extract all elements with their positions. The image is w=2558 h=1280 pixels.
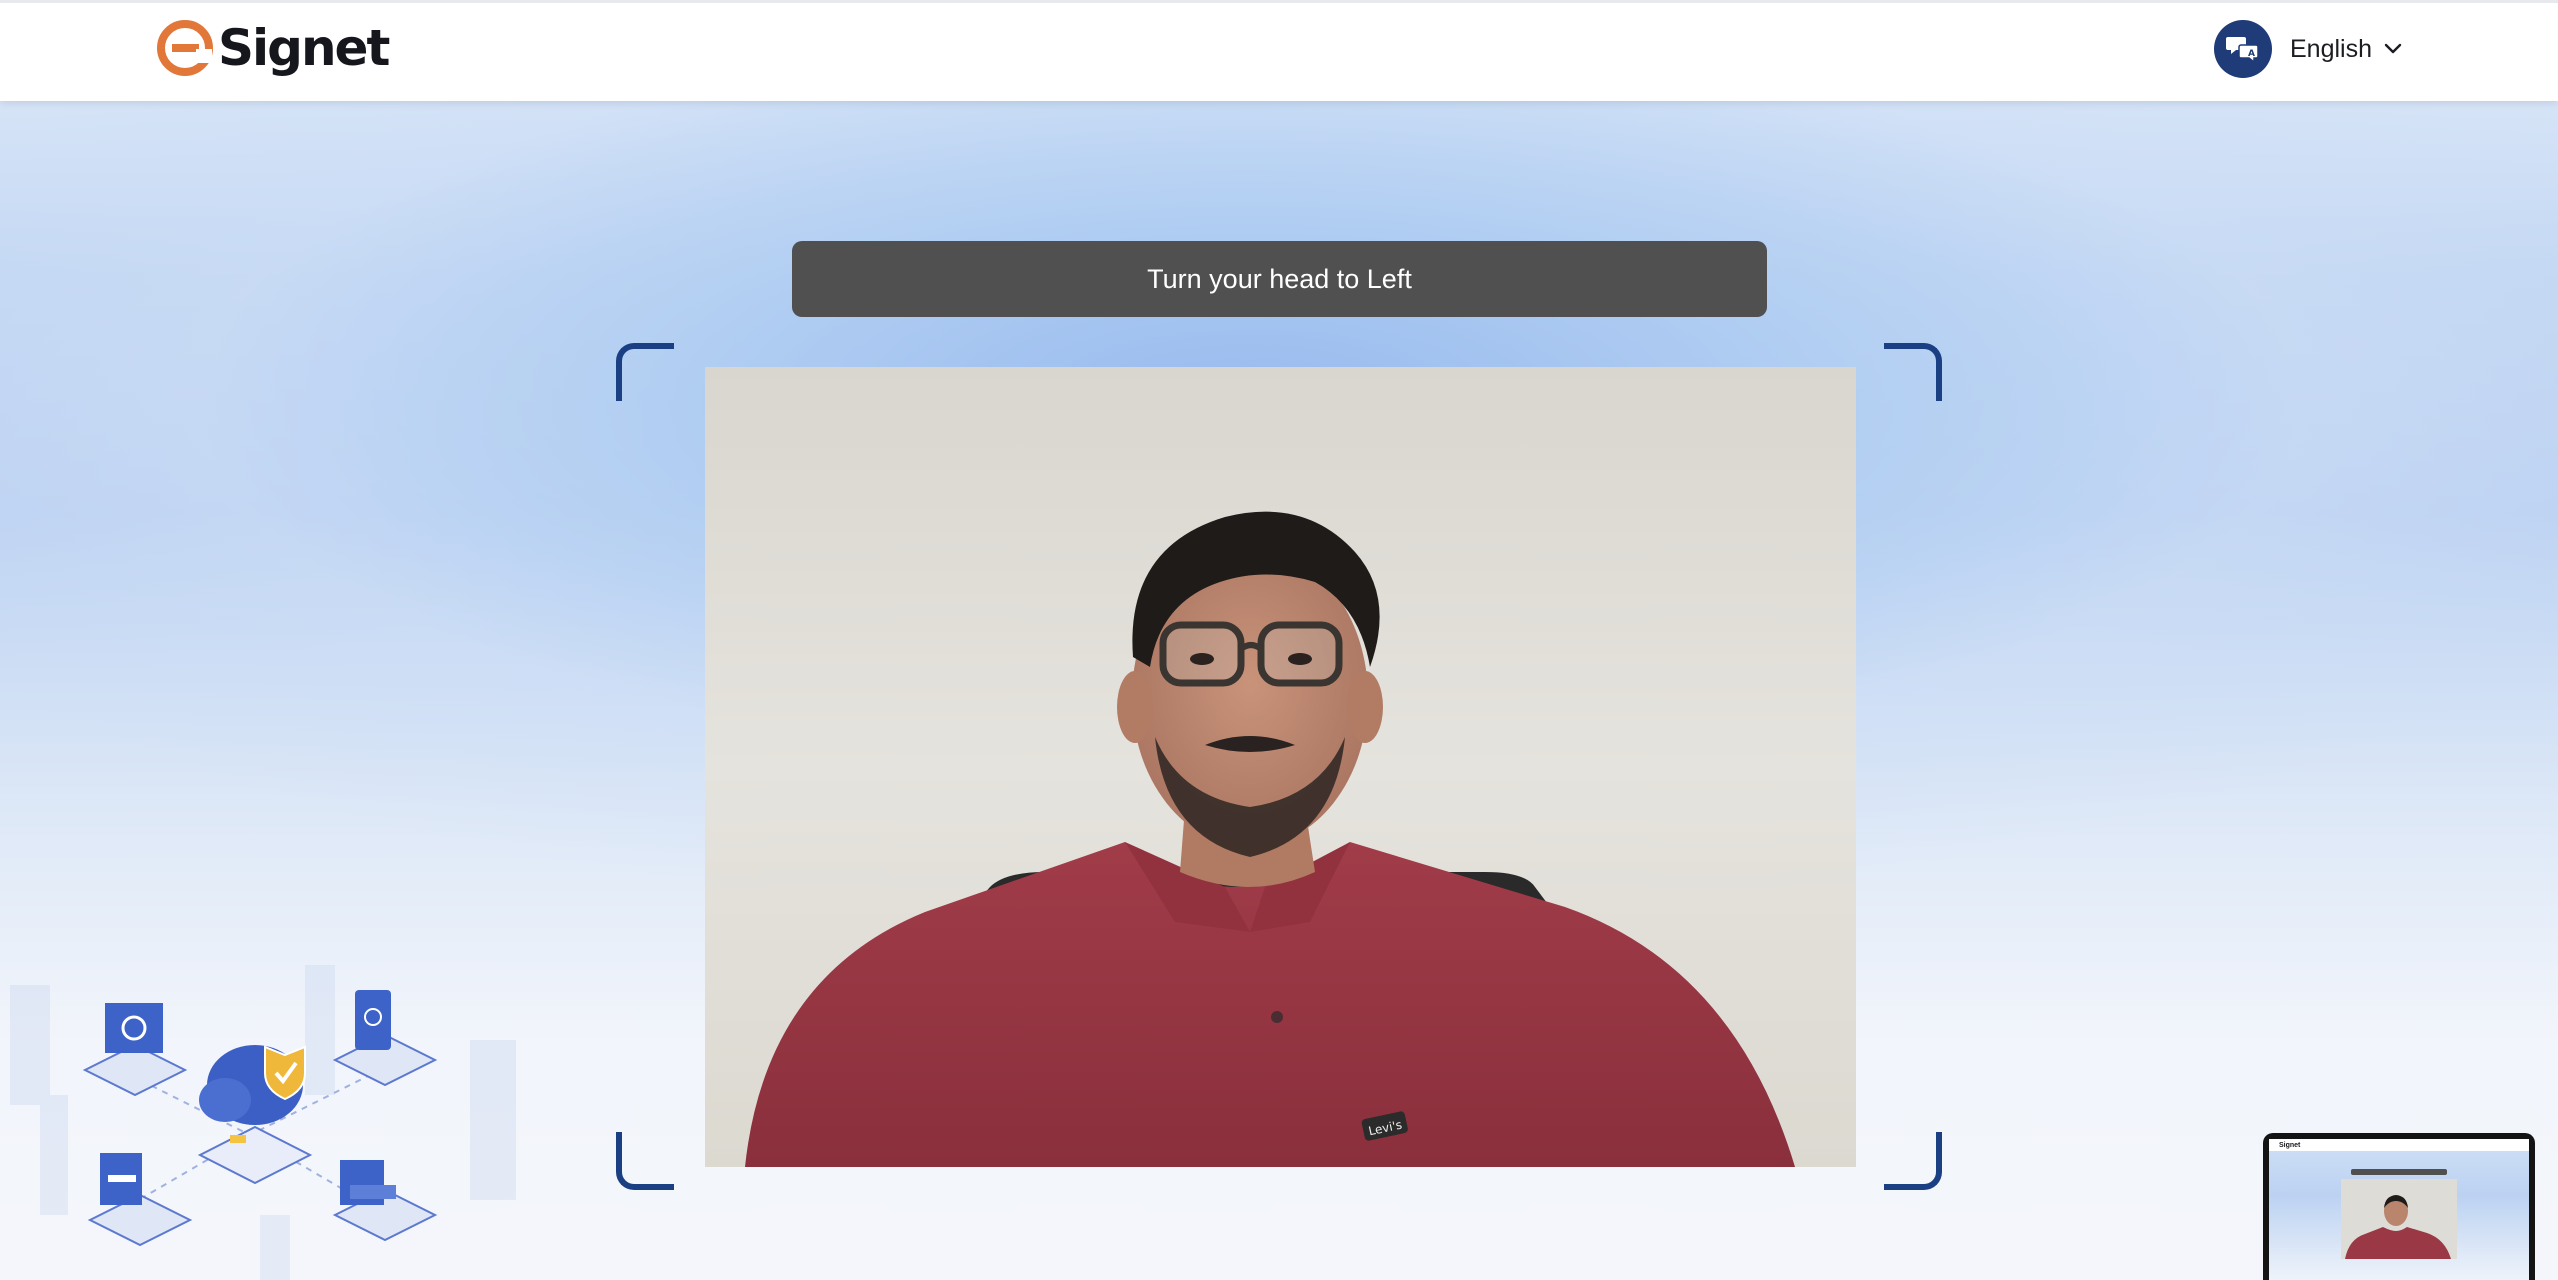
preview-thumbnail[interactable]: Signet: [2263, 1133, 2535, 1280]
language-chat-icon: A: [2214, 20, 2272, 78]
instruction-text: Turn your head to Left: [1147, 263, 1412, 294]
frame-corner-top-right: [1884, 343, 1942, 401]
thumbnail-banner: [2351, 1169, 2447, 1175]
svg-text:A: A: [2248, 49, 2255, 59]
esignet-logo[interactable]: Signet: [156, 19, 390, 77]
language-label: English: [2290, 34, 2372, 63]
logo-text: Signet: [218, 19, 390, 77]
chevron-down-icon: [2384, 43, 2402, 54]
instruction-banner: Turn your head to Left: [792, 241, 1767, 317]
frame-corner-top-left: [616, 343, 674, 401]
thumbnail-screen: Signet: [2269, 1139, 2529, 1280]
camera-person-figure: Levi's: [705, 367, 1856, 1167]
language-selector[interactable]: A English: [2214, 20, 2402, 78]
e-logo-icon: [157, 20, 213, 76]
top-bar: Signet A English: [0, 0, 2558, 101]
security-illustration: [0, 955, 540, 1280]
frame-corner-bottom-right: [1884, 1132, 1942, 1190]
thumbnail-camera: [2341, 1179, 2457, 1259]
camera-feed: Levi's: [705, 367, 1856, 1167]
frame-corner-bottom-left: [616, 1132, 674, 1190]
thumbnail-logo: Signet: [2279, 1142, 2301, 1149]
